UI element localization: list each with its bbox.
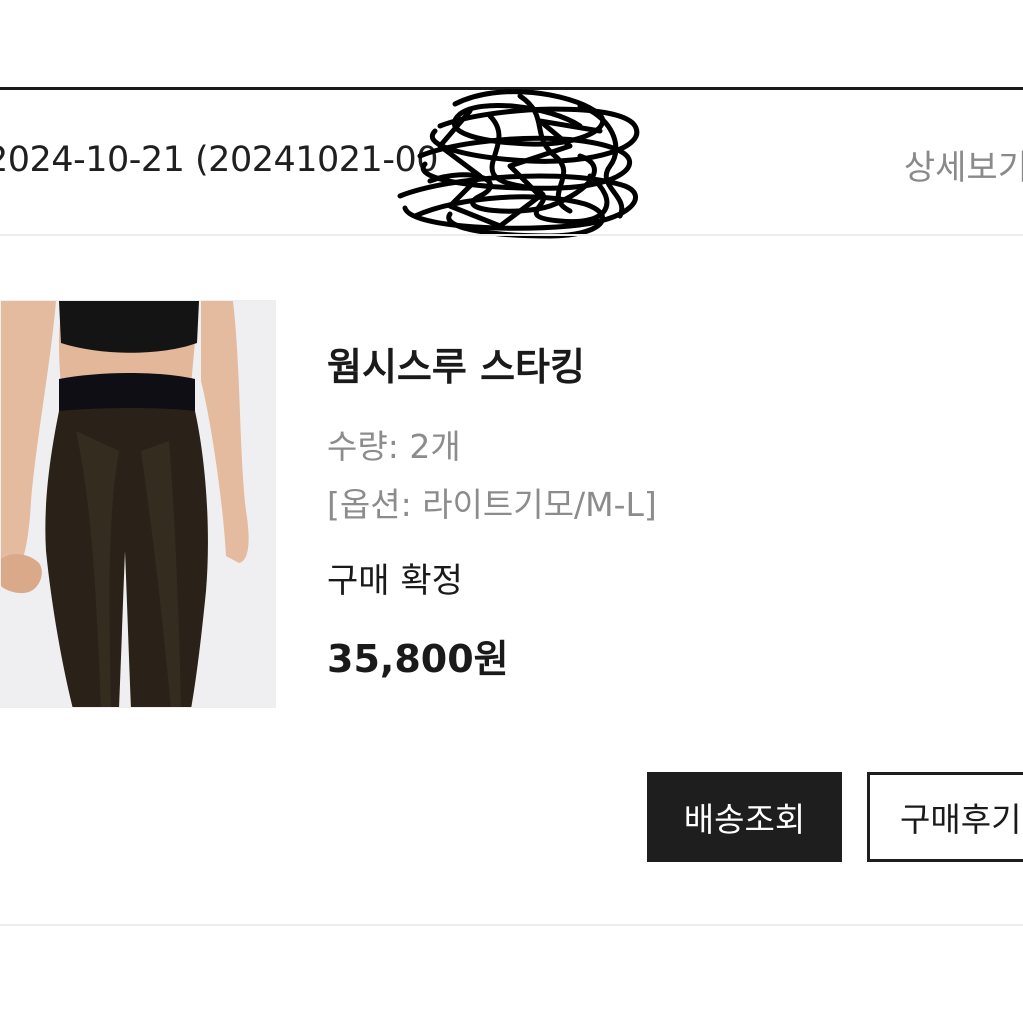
write-review-button[interactable]: 구매후기	[867, 772, 1023, 862]
order-date-number: 2024-10-21 (20241021-00	[0, 140, 439, 180]
product-option: [옵션: 라이트기모/M-L]	[327, 485, 657, 524]
product-name[interactable]: 웜시스루 스타킹	[327, 336, 585, 391]
stocking-model-photo	[1, 301, 275, 707]
write-review-label: 구매후기	[900, 800, 1022, 839]
header-divider	[0, 234, 1023, 236]
track-delivery-button[interactable]: 배송조회	[647, 772, 842, 862]
bottom-divider	[0, 924, 1023, 926]
product-image[interactable]	[0, 300, 276, 708]
product-price: 35,800원	[327, 637, 509, 681]
product-quantity: 수량: 2개	[327, 427, 461, 466]
order-status: 구매 확정	[327, 561, 463, 601]
track-delivery-label: 배송조회	[683, 800, 806, 839]
order-details-link[interactable]: 상세보기	[904, 140, 1023, 189]
redaction-scribble	[397, 89, 640, 239]
